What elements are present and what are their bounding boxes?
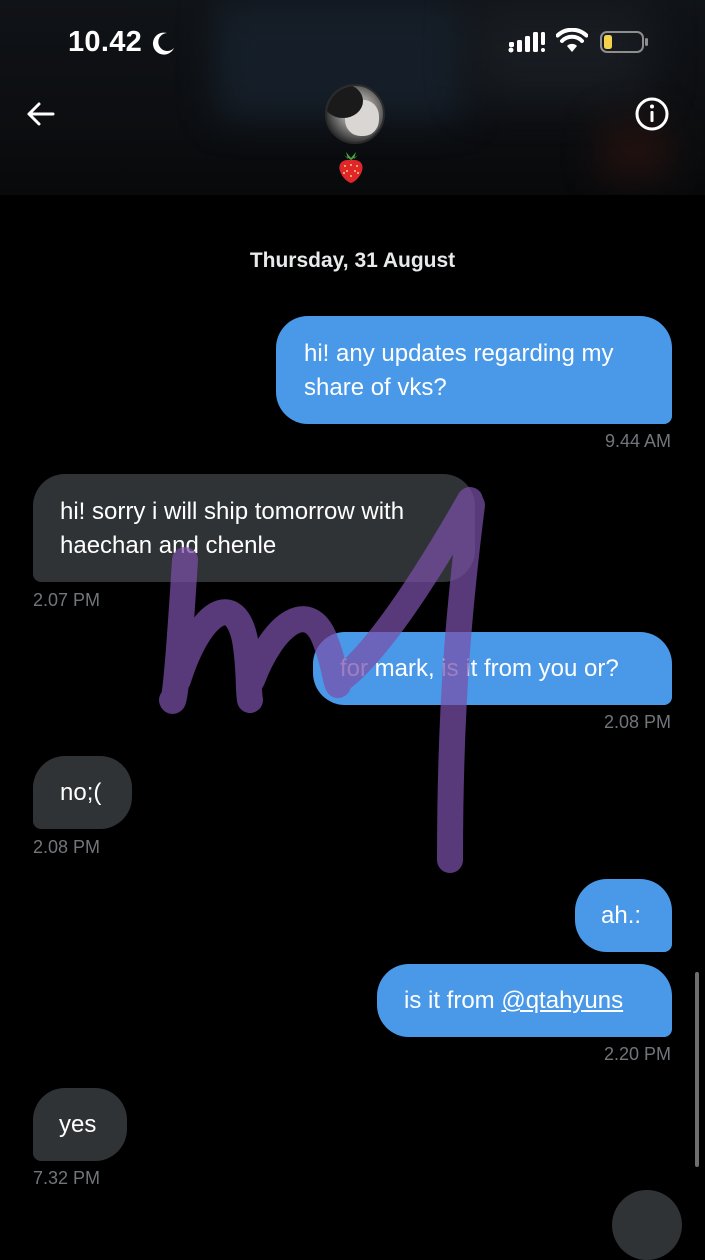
date-divider: Thursday, 31 August <box>249 249 456 272</box>
message-text: for mark, is it from you or? <box>340 655 619 682</box>
message-bubble-sent[interactable]: hi! any updates regarding my share of vk… <box>276 316 672 424</box>
battery-icon <box>600 31 648 53</box>
message-text-prefix: is it from <box>404 987 502 1014</box>
message-bubble-sent[interactable]: is it from @qtahyuns <box>377 964 672 1037</box>
wifi-icon <box>556 28 588 52</box>
message-bubble-sent[interactable]: ah.: <box>575 879 672 952</box>
message-bubble-received[interactable]: hi! sorry i will ship tomorrow with haec… <box>33 474 475 582</box>
strawberry-emoji <box>339 152 363 183</box>
message-timestamp: 2.20 PM <box>603 1044 671 1064</box>
message-text: no;( <box>60 779 102 806</box>
status-time: 10.42 <box>68 26 143 58</box>
message-bubble-received[interactable]: yes <box>33 1088 127 1161</box>
message-text: hi! sorry i will ship tomorrow with haec… <box>60 498 405 559</box>
moon-icon <box>152 32 174 55</box>
message-timestamp: 2.08 PM <box>603 712 671 732</box>
info-icon[interactable] <box>634 96 670 132</box>
message-timestamp: 2.08 PM <box>33 837 101 857</box>
message-timestamp: 7.32 PM <box>33 1168 101 1188</box>
message-timestamp: 2.07 PM <box>33 590 101 610</box>
scrollbar[interactable] <box>695 972 699 1167</box>
back-arrow-icon[interactable] <box>24 98 56 130</box>
scroll-down-button[interactable] <box>612 1190 682 1260</box>
message-text: yes <box>59 1111 97 1138</box>
message-bubble-sent[interactable]: for mark, is it from you or? <box>313 632 672 705</box>
contact-avatar[interactable] <box>325 84 385 144</box>
mention-link[interactable]: @qtahyuns <box>501 987 623 1014</box>
message-bubble-received[interactable]: no;( <box>33 756 132 829</box>
message-timestamp: 9.44 AM <box>604 431 671 451</box>
message-text: hi! any updates regarding my share of vk… <box>304 340 614 401</box>
cellular-signal-icon <box>508 32 545 53</box>
message-text: ah.: <box>601 902 642 929</box>
